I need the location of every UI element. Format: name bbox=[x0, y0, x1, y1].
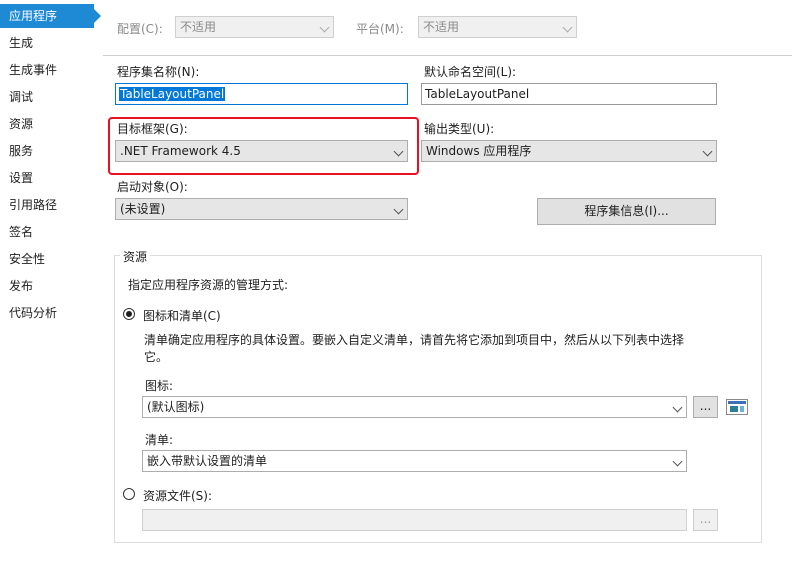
manifest-value: 嵌入带默认设置的清单 bbox=[147, 454, 268, 468]
output-type-label: 输出类型(U): bbox=[424, 122, 495, 136]
highlight-box bbox=[108, 117, 419, 175]
sidebar-item-publish[interactable]: 发布 bbox=[0, 274, 94, 298]
icon-manifest-label[interactable]: 图标和清单(C) bbox=[143, 307, 221, 324]
manifest-label: 清单: bbox=[145, 433, 174, 447]
sidebar-item-services[interactable]: 服务 bbox=[0, 139, 94, 163]
sidebar-item-code-analysis[interactable]: 代码分析 bbox=[0, 301, 94, 325]
config-label: 配置(C): bbox=[117, 22, 163, 36]
namespace-label: 默认命名空间(L): bbox=[424, 65, 517, 79]
icon-manifest-desc-line1: 清单确定应用程序的具体设置。要嵌入自定义清单，请首先将它添加到项目中，然后从以下… bbox=[144, 333, 685, 347]
sidebar-item-build-events[interactable]: 生成事件 bbox=[0, 58, 94, 82]
sidebar-item-debug[interactable]: 调试 bbox=[0, 85, 94, 109]
config-bar: 配置(C): 不适用 平台(M): 不适用 bbox=[103, 0, 792, 56]
sidebar-item-security[interactable]: 安全性 bbox=[0, 247, 94, 271]
resources-description: 指定应用程序资源的管理方式: bbox=[128, 278, 289, 292]
assembly-name-label: 程序集名称(N): bbox=[117, 65, 200, 79]
config-value: 不适用 bbox=[180, 20, 217, 34]
chevron-down-icon bbox=[319, 22, 330, 33]
sidebar: 应用程序 生成 生成事件 调试 资源 服务 设置 引用路径 签名 安全性 发布 … bbox=[0, 0, 102, 565]
chevron-down-icon bbox=[393, 204, 404, 215]
output-type-value: Windows 应用程序 bbox=[426, 144, 532, 158]
resource-file-radio[interactable] bbox=[123, 488, 135, 500]
platform-select[interactable]: 不适用 bbox=[418, 16, 577, 38]
icon-manifest-desc-line2: 它。 bbox=[144, 350, 169, 364]
icon-manifest-radio[interactable] bbox=[123, 308, 135, 320]
startup-object-label: 启动对象(O): bbox=[117, 180, 188, 194]
assembly-name-input[interactable]: TableLayoutPanel bbox=[115, 83, 408, 105]
platform-label: 平台(M): bbox=[356, 22, 404, 36]
icon-select[interactable]: (默认图标) bbox=[142, 396, 687, 418]
sidebar-item-reference-paths[interactable]: 引用路径 bbox=[0, 193, 94, 217]
platform-value: 不适用 bbox=[423, 20, 460, 34]
active-arrow-icon bbox=[94, 9, 101, 23]
startup-object-select[interactable]: (未设置) bbox=[115, 198, 408, 220]
icon-browse-button[interactable]: ... bbox=[693, 396, 718, 418]
assembly-name-value: TableLayoutPanel bbox=[119, 87, 226, 101]
manifest-select[interactable]: 嵌入带默认设置的清单 bbox=[142, 450, 687, 472]
sidebar-item-settings[interactable]: 设置 bbox=[0, 166, 94, 190]
icon-preview-icon bbox=[726, 399, 748, 415]
sidebar-item-resources[interactable]: 资源 bbox=[0, 112, 94, 136]
icon-label: 图标: bbox=[145, 379, 174, 393]
config-select[interactable]: 不适用 bbox=[175, 16, 334, 38]
sidebar-item-application[interactable]: 应用程序 bbox=[0, 4, 94, 28]
chevron-down-icon bbox=[672, 456, 683, 467]
startup-object-value: (未设置) bbox=[120, 202, 166, 216]
resource-file-browse-button[interactable]: ... bbox=[693, 509, 718, 531]
chevron-down-icon bbox=[702, 146, 713, 157]
resource-file-label[interactable]: 资源文件(S): bbox=[143, 487, 212, 504]
sidebar-item-signing[interactable]: 签名 bbox=[0, 220, 94, 244]
assembly-info-button[interactable]: 程序集信息(I)... bbox=[537, 198, 716, 225]
chevron-down-icon bbox=[562, 22, 573, 33]
namespace-value: TableLayoutPanel bbox=[425, 87, 530, 101]
resources-group-title: 资源 bbox=[120, 248, 151, 265]
resource-file-input[interactable] bbox=[142, 509, 687, 531]
output-type-select[interactable]: Windows 应用程序 bbox=[421, 140, 717, 162]
icon-value: (默认图标) bbox=[147, 400, 205, 414]
sidebar-item-build[interactable]: 生成 bbox=[0, 31, 94, 55]
chevron-down-icon bbox=[672, 402, 683, 413]
namespace-input[interactable]: TableLayoutPanel bbox=[421, 83, 717, 105]
